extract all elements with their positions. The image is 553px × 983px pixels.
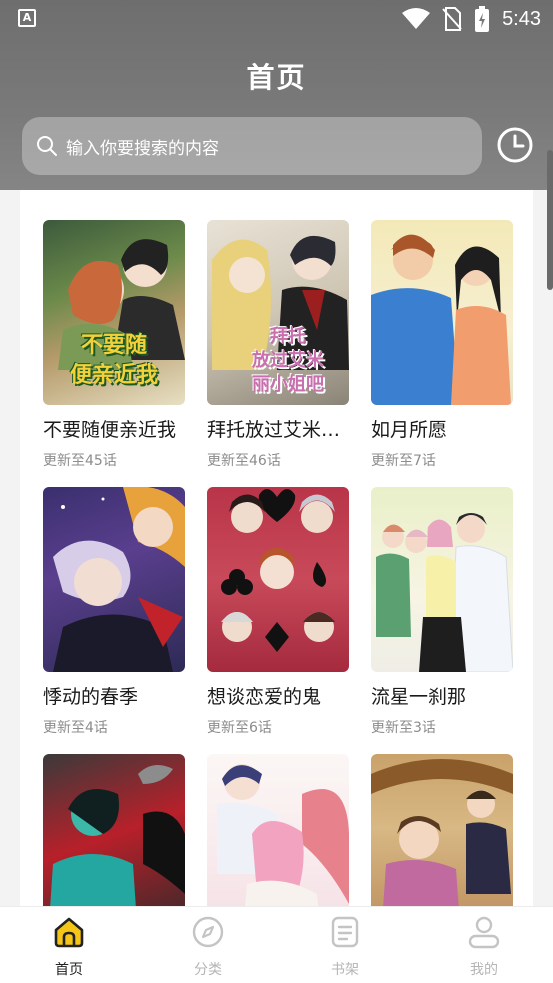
nav-item-home[interactable]: 首页 — [29, 915, 109, 979]
comic-list-panel: 不要随 便亲近我 不要随便亲近我 更新至45话 拜托 放过艾米 丽小姐吧 拜托放… — [20, 190, 533, 910]
nav-label-home: 首页 — [55, 962, 83, 978]
history-button[interactable] — [496, 126, 534, 164]
comic-update: 更新至45话 — [43, 453, 117, 469]
search-placeholder: 输入你要搜索的内容 — [66, 138, 219, 159]
comic-cover[interactable] — [207, 487, 349, 672]
status-bar: A 5:43 — [0, 0, 553, 38]
comic-update: 更新至7话 — [371, 453, 436, 469]
page-title: 首页 — [246, 61, 307, 94]
comic-card[interactable] — [207, 754, 349, 910]
comic-cover[interactable] — [371, 487, 513, 672]
comic-update: 更新至6话 — [207, 720, 272, 736]
comic-card[interactable]: 流星一刹那 更新至3话 — [371, 487, 513, 737]
comic-update: 更新至4话 — [43, 720, 108, 736]
comic-title: 想谈恋爱的鬼 — [207, 686, 322, 708]
no-sim-icon — [442, 7, 462, 31]
nav-label-profile: 我的 — [470, 962, 498, 978]
cover-title-art: 拜托 放过艾米 丽小姐吧 — [252, 326, 324, 395]
header-background: A 5:43 首页 输入你要搜索的内容 — [0, 0, 553, 190]
comic-card[interactable] — [43, 754, 185, 910]
comic-card[interactable]: 不要随 便亲近我 不要随便亲近我 更新至45话 — [43, 220, 185, 470]
battery-icon — [475, 6, 490, 32]
nav-item-bookshelf[interactable]: 书架 — [305, 915, 385, 979]
comic-title: 悸动的春季 — [43, 686, 139, 708]
search-icon — [37, 136, 57, 156]
comic-update: 更新至3话 — [371, 720, 436, 736]
wifi-icon — [402, 8, 431, 29]
home-icon — [54, 917, 84, 948]
comic-title: 拜托放过艾米… — [207, 419, 341, 441]
comic-title: 如月所愿 — [371, 419, 448, 441]
comic-card[interactable]: 如月所愿 更新至7话 — [371, 220, 513, 470]
bookshelf-icon — [331, 916, 359, 948]
cover-title-art: 不要随 便亲近我 — [69, 333, 158, 388]
clock-icon — [497, 127, 533, 163]
comic-cover[interactable]: 不要随 便亲近我 — [43, 220, 185, 405]
search-input[interactable]: 输入你要搜索的内容 — [22, 117, 482, 175]
status-time: 5:43 — [502, 7, 541, 30]
comic-title: 不要随便亲近我 — [43, 419, 177, 441]
bottom-navigation: 首页 分类 书架 我的 — [0, 906, 553, 983]
comic-card[interactable]: 悸动的春季 更新至4话 — [43, 487, 185, 737]
comic-cover[interactable] — [43, 487, 185, 672]
comic-cover[interactable] — [371, 754, 513, 910]
nav-label-bookshelf: 书架 — [331, 962, 359, 978]
status-icons: 5:43 — [402, 6, 541, 32]
nav-item-category[interactable]: 分类 — [168, 915, 248, 979]
scrollbar[interactable] — [547, 150, 553, 290]
comic-cover[interactable]: 拜托 放过艾米 丽小姐吧 — [207, 220, 349, 405]
nav-label-category: 分类 — [194, 962, 222, 978]
comic-card[interactable]: 想谈恋爱的鬼 更新至6话 — [207, 487, 349, 737]
user-icon — [468, 916, 500, 949]
comic-cover[interactable] — [371, 220, 513, 405]
comic-cover[interactable] — [43, 754, 185, 910]
comic-title: 流星一刹那 — [371, 686, 467, 708]
comic-update: 更新至46话 — [207, 453, 281, 469]
nav-item-profile[interactable]: 我的 — [444, 915, 524, 979]
comic-card[interactable] — [371, 754, 513, 910]
comic-cover[interactable] — [207, 754, 349, 910]
compass-icon — [192, 916, 224, 948]
comic-card[interactable]: 拜托 放过艾米 丽小姐吧 拜托放过艾米… 更新至46话 — [207, 220, 349, 470]
notification-a-icon: A — [18, 9, 36, 27]
